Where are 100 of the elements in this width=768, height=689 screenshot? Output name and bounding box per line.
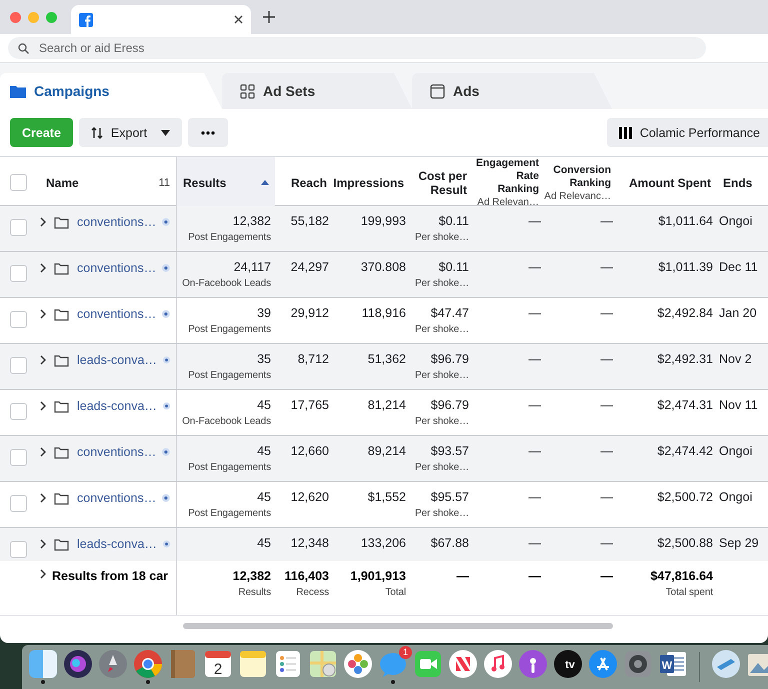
table-cell: Dec 11 (719, 260, 758, 274)
table-row[interactable]: leads-conva… 45 On-Facebook Leads 17,765 81,214 $96.79 Per shoke… — — $2,474.31 Nov 11 (0, 390, 768, 436)
total-cell: — (456, 569, 469, 583)
campaign-link[interactable]: conventions… (77, 215, 156, 229)
columns-button[interactable]: Colamic Performance (606, 118, 768, 147)
tv-icon[interactable]: tv (553, 649, 583, 679)
row-checkbox[interactable] (10, 265, 26, 282)
column-header[interactable]: Impressions (333, 176, 404, 190)
table-cell: 12,382 (232, 214, 271, 228)
photos-icon[interactable] (343, 649, 373, 679)
video-camera-icon[interactable] (413, 649, 443, 679)
siri-icon[interactable] (63, 649, 93, 679)
more-button[interactable] (188, 118, 228, 147)
calendar-icon[interactable]: 2 (203, 649, 233, 679)
column-header[interactable]: Ends (723, 176, 752, 190)
table-cell: — (600, 536, 613, 550)
finder-icon[interactable] (28, 649, 58, 679)
folder-icon (54, 354, 69, 366)
address-bar[interactable]: Search or aid Eress (8, 37, 706, 59)
browser-tab[interactable] (71, 5, 251, 34)
icon-text: W (662, 660, 672, 672)
table-row[interactable]: leads-conva… 45 12,348 133,206 $67.88 — — $2,500.88 Sep 29 (0, 528, 768, 561)
columns-icon (618, 126, 632, 138)
table-cell: $95.57 (430, 490, 469, 504)
rocket-icon[interactable] (98, 649, 128, 679)
sort-arrows-icon (90, 126, 103, 138)
campaign-link[interactable]: leads-conva… (77, 399, 157, 413)
table-row[interactable]: conventions… 24,117 On-Facebook Leads 24,297 370.808 $0.11 Per shoke… — — $1,011.39 Dec 11 (0, 252, 768, 298)
music-note-icon[interactable] (483, 649, 513, 679)
table-cell: 45 (257, 536, 271, 550)
chevron-right-icon[interactable] (40, 401, 46, 411)
app-store-icon[interactable] (588, 649, 618, 679)
contacts-icon[interactable] (168, 649, 198, 679)
row-checkbox[interactable] (10, 219, 26, 236)
table-cell: Post Engagements (188, 462, 271, 473)
podcast-icon[interactable] (518, 649, 548, 679)
column-header[interactable]: Results (183, 176, 226, 190)
table-cell: 133,206 (360, 536, 406, 550)
table-cell: $2,500.88 (657, 536, 713, 550)
column-header[interactable]: Conversion Ranking (551, 164, 611, 190)
table-cell: Ongoi (719, 214, 752, 228)
table-row[interactable]: conventions… 45 Post Engagements 12,620 $1,552 $95.57 Per shoke… — — $2,500.72 Ongoi (0, 482, 768, 528)
reminders-icon[interactable] (273, 649, 303, 679)
new-tab-icon[interactable] (263, 11, 275, 23)
total-cell: — (528, 569, 541, 583)
gear-icon[interactable] (623, 649, 653, 679)
table-cell: $1,011.39 (658, 260, 713, 274)
table-cell: Ongoi (719, 444, 752, 458)
row-checkbox[interactable] (10, 311, 26, 328)
chevron-right-icon[interactable] (40, 539, 46, 549)
chevron-right-icon[interactable] (40, 493, 46, 503)
chevron-right-icon[interactable] (40, 309, 46, 319)
campaign-link[interactable]: leads-conva… (77, 537, 157, 551)
table-row[interactable]: leads-conva… 35 Post Engagements 8,712 51,362 $96.79 Per shoke… — — $2,492.31 Nov 2 (0, 344, 768, 390)
row-checkbox[interactable] (10, 495, 26, 512)
folder-icon (54, 492, 69, 504)
column-header[interactable]: Name (40, 176, 153, 190)
row-checkbox[interactable] (10, 357, 26, 374)
total-cell: Recess (296, 587, 329, 598)
map-icon[interactable] (308, 649, 338, 679)
page-tab[interactable]: Campaigns (0, 73, 222, 109)
news-icon[interactable] (448, 649, 478, 679)
table-cell: 45 (257, 444, 271, 458)
table-row[interactable]: conventions… 45 Post Engagements 12,660 89,214 $93.57 Per shoke… — — $2,474.42 Ongoi (0, 436, 768, 482)
campaign-link[interactable]: conventions… (77, 445, 156, 459)
campaign-link[interactable]: conventions… (77, 307, 156, 321)
folder-icon (10, 84, 26, 98)
column-header[interactable]: Amount Spent (629, 176, 711, 190)
campaign-link[interactable]: conventions… (77, 261, 156, 275)
column-header[interactable]: Cost per Result (415, 168, 467, 196)
column-header[interactable]: Reach (290, 176, 327, 190)
chrome-icon[interactable] (133, 649, 163, 679)
chevron-right-icon[interactable] (40, 355, 46, 365)
page-tab[interactable]: Ads (412, 73, 612, 109)
page-tab[interactable]: Ad Sets (222, 73, 412, 109)
scrollbar-thumb[interactable] (183, 623, 613, 629)
notes-icon[interactable] (238, 649, 268, 679)
row-checkbox[interactable] (10, 541, 26, 558)
row-checkbox[interactable] (10, 449, 26, 466)
notification-badge: 1 (399, 646, 412, 659)
table-cell: $1,552 (368, 490, 406, 504)
row-checkbox[interactable] (10, 403, 26, 420)
chevron-right-icon[interactable] (40, 569, 46, 579)
total-cell: 116,403 (284, 569, 329, 583)
chevron-right-icon[interactable] (40, 217, 46, 227)
campaign-link[interactable]: leads-conva… (77, 353, 157, 367)
select-all-checkbox[interactable] (10, 174, 26, 191)
zoom-window-button[interactable] (46, 12, 57, 22)
sort-ascending-icon[interactable] (261, 180, 269, 185)
table-row[interactable]: conventions… 39 Post Engagements 29,912 118,916 $47.47 Per shoke… — — $2,492.84 Jan 20 (0, 298, 768, 344)
column-header[interactable]: Engagement Rate Ranking (476, 157, 539, 196)
chevron-right-icon[interactable] (40, 263, 46, 273)
table-cell: Ongoi (719, 490, 752, 504)
campaign-link[interactable]: conventions… (77, 491, 156, 505)
export-button[interactable]: Export (78, 118, 182, 147)
table-row[interactable]: conventions… 12,382 Post Engagements 55,182 199,993 $0.11 Per shoke… — — $1,011.64 Ongoi (0, 206, 768, 252)
close-icon[interactable] (234, 15, 243, 24)
table-cell: — (600, 398, 613, 412)
close-window-button[interactable] (10, 12, 21, 22)
chevron-right-icon[interactable] (40, 447, 46, 457)
